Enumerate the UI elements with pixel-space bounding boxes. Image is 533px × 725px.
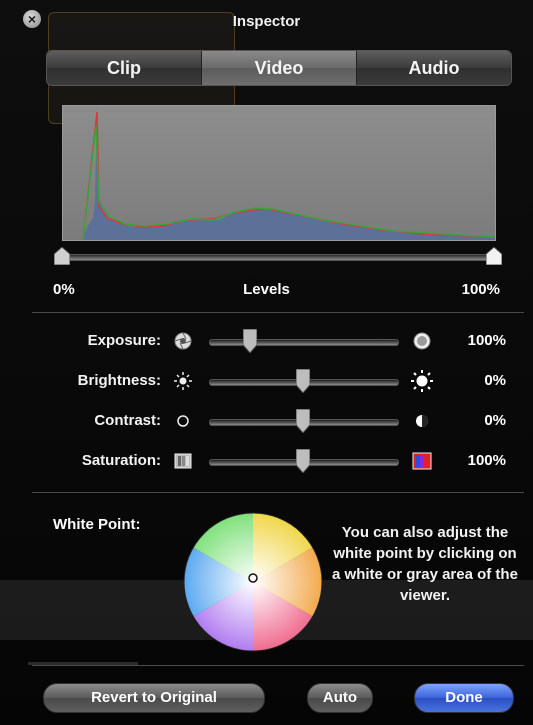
levels-high-handle[interactable] xyxy=(486,247,502,265)
tab-clip[interactable]: Clip xyxy=(47,51,202,85)
histogram-graph xyxy=(82,106,496,241)
levels-label: Levels xyxy=(243,281,290,298)
sun-small-icon xyxy=(174,372,192,390)
inspector-tabs: Clip Video Audio xyxy=(46,50,512,86)
brightness-row: Brightness: 0% xyxy=(0,366,533,396)
levels-low-handle[interactable] xyxy=(54,247,70,265)
divider xyxy=(32,665,524,666)
tab-audio[interactable]: Audio xyxy=(357,51,511,85)
auto-button[interactable]: Auto xyxy=(307,683,373,713)
exposure-value: 100% xyxy=(467,332,506,349)
aperture-closed-icon xyxy=(174,332,192,350)
saturation-label: Saturation: xyxy=(81,452,161,469)
aperture-open-icon xyxy=(413,332,431,350)
tab-video[interactable]: Video xyxy=(202,51,357,85)
inspector-panel: × Inspector Clip Video Audio 0% Levels 1… xyxy=(0,0,533,725)
levels-max-label: 100% xyxy=(461,281,500,298)
levels-histogram xyxy=(62,105,496,241)
white-point-label: White Point: xyxy=(53,516,141,533)
white-point-marker[interactable] xyxy=(248,573,258,583)
revert-to-original-button[interactable]: Revert to Original xyxy=(43,683,265,713)
white-point-help-text: You can also adjust the white point by c… xyxy=(332,524,518,604)
brightness-value: 0% xyxy=(484,372,506,389)
sun-large-icon xyxy=(411,370,433,392)
title-bar: × Inspector xyxy=(0,0,533,40)
divider xyxy=(32,492,524,493)
white-point-color-wheel[interactable] xyxy=(183,512,323,652)
divider xyxy=(32,312,524,313)
grayscale-swatch-icon xyxy=(174,453,192,469)
exposure-row: Exposure: 100% xyxy=(0,326,533,356)
saturation-row: Saturation: 100% xyxy=(0,446,533,476)
half-circle-icon xyxy=(416,415,428,427)
color-swatch-icon xyxy=(412,452,432,470)
contrast-row: Contrast: 0% xyxy=(0,406,533,436)
saturation-value: 100% xyxy=(467,452,506,469)
exposure-slider-knob[interactable] xyxy=(243,329,258,353)
levels-slider-track[interactable] xyxy=(62,254,498,261)
histogram-blue xyxy=(83,106,495,240)
exposure-label: Exposure: xyxy=(87,332,161,349)
brightness-label: Brightness: xyxy=(77,372,161,389)
saturation-slider-knob[interactable] xyxy=(296,449,310,473)
exposure-slider[interactable] xyxy=(209,339,399,346)
brightness-slider-knob[interactable] xyxy=(296,369,310,393)
circle-outline-icon xyxy=(177,415,189,427)
contrast-slider-knob[interactable] xyxy=(296,409,310,433)
contrast-value: 0% xyxy=(484,412,506,429)
window-title: Inspector xyxy=(232,13,301,30)
contrast-label: Contrast: xyxy=(94,412,161,429)
done-button[interactable]: Done xyxy=(414,683,514,713)
